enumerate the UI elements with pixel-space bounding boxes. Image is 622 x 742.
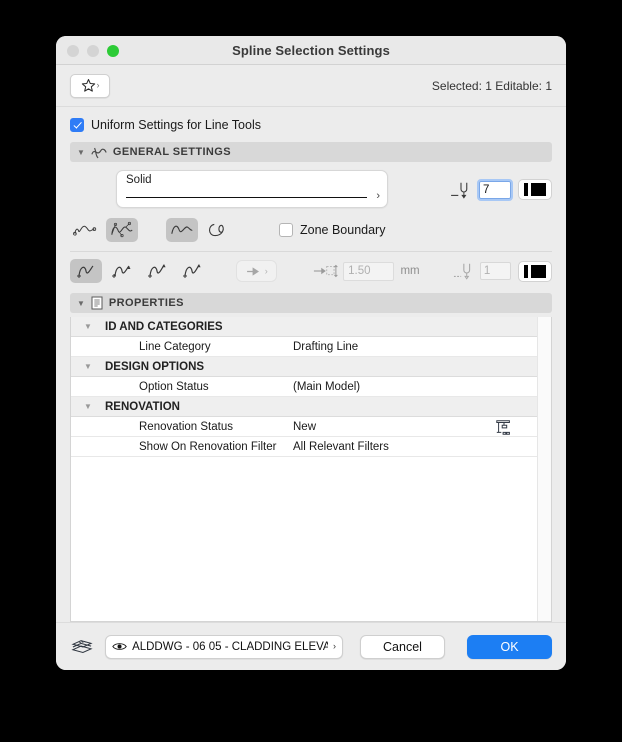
line-end-plain-button[interactable]: [70, 259, 102, 283]
document-icon: [91, 296, 103, 310]
group-label: RENOVATION: [105, 400, 180, 413]
line-end-both-arrow-icon: [183, 264, 201, 278]
group-disclosure-icon[interactable]: ▼: [71, 362, 105, 371]
arrow-size-icon: [313, 264, 338, 278]
properties-table-body: ▼ ID AND CATEGORIES Line Category Drafti…: [71, 317, 537, 621]
line-type-chevron-icon[interactable]: ›: [376, 190, 380, 202]
general-settings-label: GENERAL SETTINGS: [112, 146, 231, 158]
spline-natural-button[interactable]: [70, 218, 102, 242]
zone-boundary-row[interactable]: Zone Boundary: [279, 223, 385, 237]
cancel-button[interactable]: Cancel: [360, 634, 445, 659]
line-type-selector[interactable]: Solid ›: [116, 170, 388, 208]
property-name: Renovation Status: [139, 420, 233, 433]
group-disclosure-icon[interactable]: ▼: [71, 322, 105, 331]
line-end-both-arrow-button[interactable]: [176, 259, 208, 283]
spline-closed-icon: [208, 223, 224, 237]
line-type-preview: [126, 196, 367, 198]
arrow-size-unit: mm: [400, 265, 420, 277]
arrow-pen-color-swatch[interactable]: [518, 260, 552, 282]
line-end-plain-icon: [76, 265, 94, 278]
minimize-button[interactable]: [87, 45, 99, 57]
line-end-start-arrow-button[interactable]: [105, 259, 137, 283]
layers-stack-icon[interactable]: [70, 637, 94, 657]
layer-name: ALDDWG - 06 05 - CLADDING ELEVA...: [132, 640, 328, 653]
line-end-end-arrow-button[interactable]: [141, 259, 173, 283]
table-row[interactable]: Renovation Status New: [71, 417, 537, 437]
spline-bezier-button[interactable]: [106, 218, 138, 242]
group-label: ID AND CATEGORIES: [105, 320, 223, 333]
layer-chevron-icon[interactable]: ›: [333, 642, 336, 651]
property-value[interactable]: (Main Model): [293, 381, 360, 393]
arrowhead-icon: [246, 266, 259, 276]
pen-tip-icon: [451, 182, 468, 199]
general-settings-header[interactable]: ▼ GENERAL SETTINGS: [70, 142, 552, 162]
selection-info: Selected: 1 Editable: 1: [431, 78, 552, 93]
spline-open-button[interactable]: [166, 218, 198, 242]
properties-disclosure-icon[interactable]: ▼: [77, 299, 85, 308]
arrow-size-input[interactable]: 1.50: [343, 261, 395, 281]
uniform-settings-label: Uniform Settings for Line Tools: [91, 118, 261, 132]
property-name: Line Category: [139, 340, 211, 353]
property-value[interactable]: New: [293, 421, 316, 433]
eye-icon: [112, 643, 127, 650]
zone-boundary-checkbox[interactable]: [279, 223, 293, 237]
property-name: Show On Renovation Filter: [139, 440, 277, 453]
properties-scrollbar[interactable]: [537, 317, 551, 621]
properties-header[interactable]: ▼ PROPERTIES: [70, 293, 552, 313]
window-controls: [67, 45, 119, 57]
title-bar: Spline Selection Settings: [56, 36, 566, 65]
group-label: DESIGN OPTIONS: [105, 360, 205, 373]
favorites-chevron-icon: ›: [96, 80, 100, 90]
arrowhead-style-button[interactable]: ›: [235, 260, 278, 282]
line-end-start-arrow-icon: [112, 265, 131, 278]
pen-color-swatch[interactable]: [518, 179, 552, 200]
properties-section: ▼ PROPERTIES ▼ ID AND CATEGORIES Line Ca…: [56, 293, 566, 622]
property-group-row[interactable]: ▼ DESIGN OPTIONS: [71, 357, 537, 377]
layer-selector[interactable]: ALDDWG - 06 05 - CLADDING ELEVA... ›: [105, 634, 343, 659]
group-disclosure-icon[interactable]: ▼: [71, 402, 105, 411]
spline-type-row: Zone Boundary: [70, 208, 552, 242]
pen-number-input[interactable]: 7: [477, 178, 513, 201]
properties-table: ▼ ID AND CATEGORIES Line Category Drafti…: [70, 317, 552, 622]
favorites-button[interactable]: ›: [70, 73, 110, 98]
property-name: Option Status: [139, 380, 209, 393]
properties-label: PROPERTIES: [108, 297, 184, 309]
line-endpoint-row: › 1.50 mm 1: [56, 252, 566, 283]
dialog-toolbar: › Selected: 1 Editable: 1: [56, 65, 566, 107]
arrow-pen-input[interactable]: 1: [479, 262, 512, 280]
window-title: Spline Selection Settings: [232, 43, 390, 58]
property-group-row[interactable]: ▼ ID AND CATEGORIES: [71, 317, 537, 337]
line-type-name: Solid: [126, 174, 152, 186]
ok-button[interactable]: OK: [467, 634, 552, 659]
arrowhead-chevron-icon[interactable]: ›: [265, 266, 268, 276]
zoom-button[interactable]: [107, 45, 119, 57]
table-row[interactable]: Line Category Drafting Line: [71, 337, 537, 357]
pen-tip-dashed-icon: [454, 263, 471, 280]
zone-boundary-label: Zone Boundary: [300, 223, 386, 237]
spline-selection-settings-dialog: Spline Selection Settings › Selected: 1 …: [56, 36, 566, 670]
table-row[interactable]: Option Status (Main Model): [71, 377, 537, 397]
spline-bezier-icon: [111, 221, 133, 238]
property-group-row[interactable]: ▼ RENOVATION: [71, 397, 537, 417]
spline-closed-button[interactable]: [202, 218, 234, 242]
property-value[interactable]: All Relevant Filters: [293, 441, 389, 453]
dialog-footer: ALDDWG - 06 05 - CLADDING ELEVA... › Can…: [56, 622, 566, 670]
uniform-settings-row[interactable]: Uniform Settings for Line Tools: [56, 107, 566, 142]
spline-natural-icon: [73, 225, 97, 236]
spline-icon: [91, 147, 107, 158]
table-row[interactable]: Show On Renovation Filter All Relevant F…: [71, 437, 537, 457]
property-value[interactable]: Drafting Line: [293, 341, 358, 353]
general-settings-body: Solid › 7 Zone Boundary: [56, 162, 566, 242]
close-button[interactable]: [67, 45, 79, 57]
line-type-row: Solid › 7: [70, 170, 552, 208]
star-icon: [81, 78, 95, 92]
uniform-settings-checkbox[interactable]: [70, 118, 84, 132]
general-settings-disclosure-icon[interactable]: ▼: [77, 148, 85, 157]
line-end-end-arrow-icon: [147, 264, 166, 278]
spline-open-icon: [171, 225, 193, 234]
pen-group: 7: [450, 170, 552, 201]
